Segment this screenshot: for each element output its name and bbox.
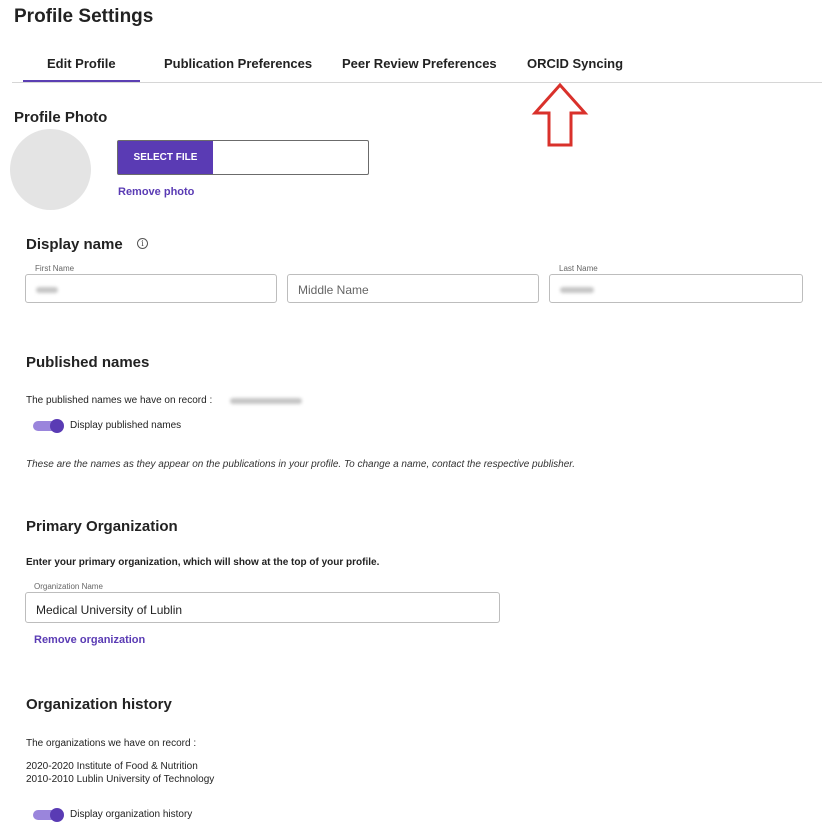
tab-peer-review-preferences[interactable]: Peer Review Preferences xyxy=(342,56,497,71)
published-names-note: These are the names as they appear on th… xyxy=(26,459,576,470)
tab-edit-profile[interactable]: Edit Profile xyxy=(23,56,140,82)
page-title: Profile Settings xyxy=(14,6,154,27)
select-file-button[interactable]: SELECT FILE xyxy=(118,141,213,174)
last-name-field[interactable] xyxy=(549,274,803,303)
organization-name-value: Medical University of Lublin xyxy=(36,603,183,617)
organization-history-record-text: The organizations we have on record : xyxy=(26,738,197,749)
file-input[interactable]: SELECT FILE xyxy=(117,140,369,175)
organization-history-entry: 2010-2010 Lublin University of Technolog… xyxy=(26,774,215,785)
last-name-value xyxy=(560,287,594,293)
tab-orcid-syncing[interactable]: ORCID Syncing xyxy=(527,56,623,71)
published-names-heading: Published names xyxy=(26,354,150,371)
organization-history-heading: Organization history xyxy=(26,696,172,713)
primary-organization-heading: Primary Organization xyxy=(26,518,178,535)
first-name-field[interactable] xyxy=(25,274,277,303)
middle-name-placeholder: Middle Name xyxy=(298,283,369,297)
last-name-label: Last Name xyxy=(557,264,600,273)
remove-photo-link[interactable]: Remove photo xyxy=(118,186,194,198)
tab-bar: Edit Profile Publication Preferences Pee… xyxy=(12,50,822,83)
info-icon[interactable]: i xyxy=(137,238,148,249)
organization-history-toggle[interactable] xyxy=(33,808,64,822)
published-names-record-text: The published names we have on record : xyxy=(26,395,213,406)
middle-name-field[interactable]: Middle Name xyxy=(287,274,539,303)
published-name-value xyxy=(230,398,302,404)
first-name-value xyxy=(36,287,58,293)
up-arrow-icon xyxy=(531,82,589,147)
published-names-toggle-label: Display published names xyxy=(70,420,182,431)
avatar xyxy=(10,129,91,210)
primary-organization-instruction: Enter your primary organization, which w… xyxy=(26,557,380,568)
organization-history-toggle-label: Display organization history xyxy=(70,809,193,820)
organization-name-label: Organization Name xyxy=(32,582,105,591)
first-name-label: First Name xyxy=(33,264,77,273)
tab-publication-preferences[interactable]: Publication Preferences xyxy=(164,56,312,71)
profile-photo-heading: Profile Photo xyxy=(14,109,108,126)
display-name-heading: Display name xyxy=(26,236,123,253)
published-names-toggle[interactable] xyxy=(33,419,64,433)
remove-organization-link[interactable]: Remove organization xyxy=(34,634,145,646)
organization-name-field[interactable]: Medical University of Lublin xyxy=(25,592,500,623)
organization-history-entry: 2020-2020 Institute of Food & Nutrition xyxy=(26,761,198,772)
